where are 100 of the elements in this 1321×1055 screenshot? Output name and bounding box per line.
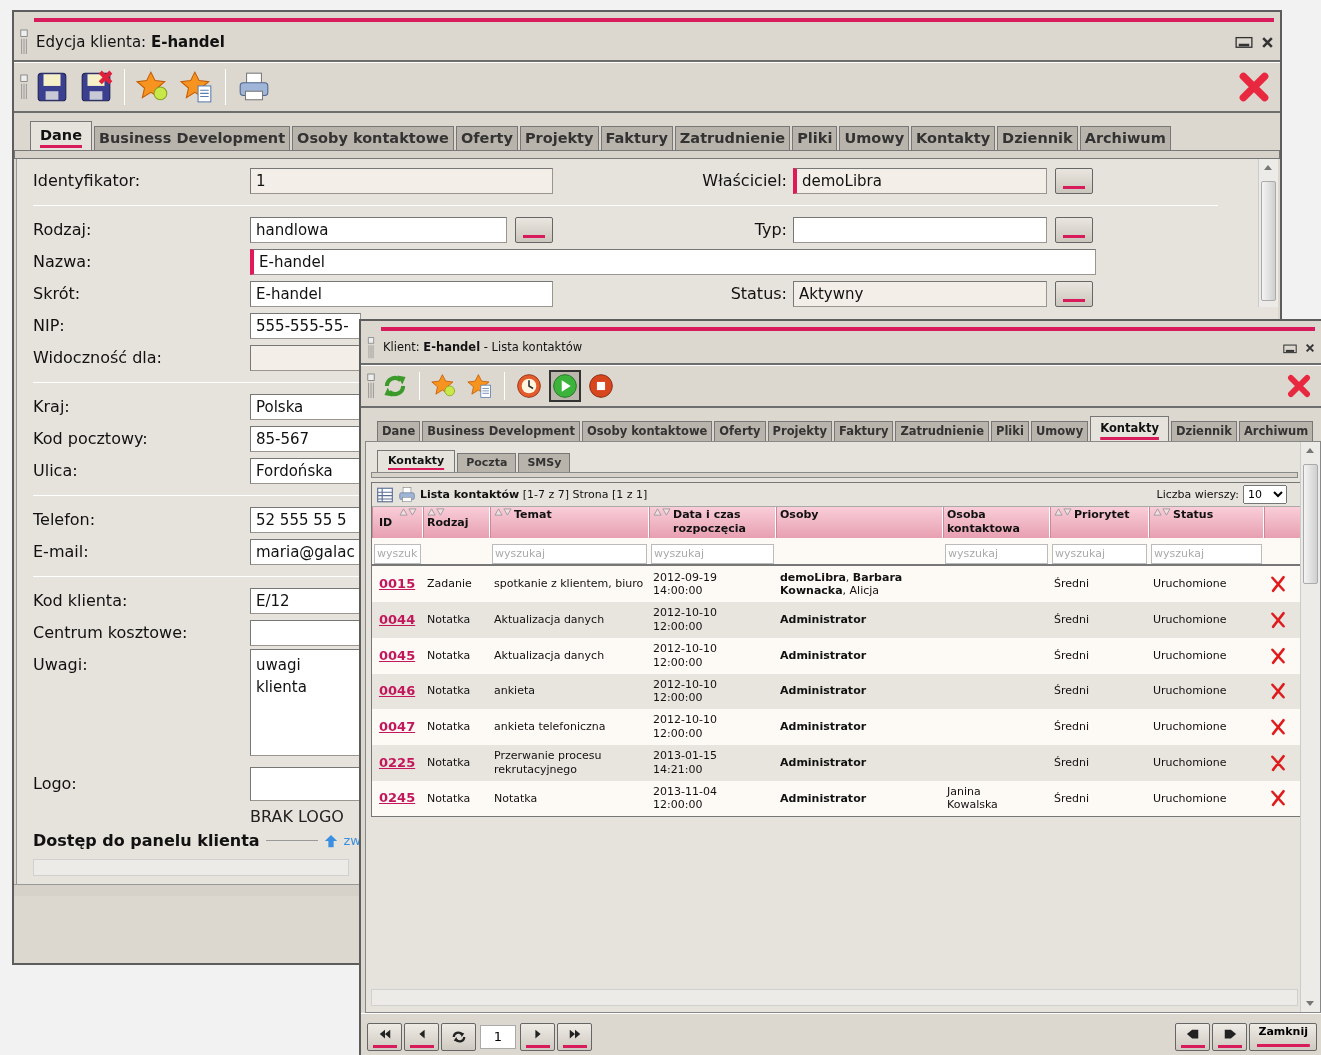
previous-page-button[interactable] xyxy=(404,1022,439,1051)
picker-button[interactable] xyxy=(1055,280,1093,307)
column-header: Osoby xyxy=(780,508,820,522)
tab[interactable]: Kontakty xyxy=(377,449,456,473)
notes-field[interactable]: uwagi klienta xyxy=(250,648,361,756)
tab[interactable]: Kontakty xyxy=(911,126,996,150)
tab[interactable]: Archiwum xyxy=(1238,421,1314,441)
tab[interactable]: Dziennik xyxy=(1170,421,1237,441)
tab[interactable]: Business Development xyxy=(94,126,291,150)
first-page-button[interactable] xyxy=(367,1022,402,1051)
input-field[interactable]: Fordońska xyxy=(250,457,361,484)
delete-icon[interactable] xyxy=(1268,645,1288,666)
contact-id-link[interactable]: 0225 xyxy=(379,754,416,770)
input-field[interactable]: 1 xyxy=(250,167,553,194)
tab[interactable]: Zatrudnienie xyxy=(895,421,989,441)
minimize-icon[interactable] xyxy=(1235,35,1253,49)
tab[interactable]: Zatrudnienie xyxy=(674,126,791,150)
input-field[interactable]: 555-555-55- xyxy=(250,312,361,339)
contact-id-link[interactable]: 0047 xyxy=(379,718,416,734)
search-field[interactable]: wyszukaj xyxy=(945,543,1048,564)
input-field[interactable]: Aktywny xyxy=(793,280,1047,307)
tab[interactable]: Osoby kontaktowe xyxy=(581,421,713,441)
contact-id-link[interactable]: 0044 xyxy=(379,611,416,627)
rows-per-page-select[interactable]: 10 xyxy=(1243,485,1287,505)
field-label: E-mail: xyxy=(33,540,90,563)
tab[interactable]: Umowy xyxy=(839,126,910,150)
contact-id-link[interactable]: 0046 xyxy=(379,683,416,699)
input-field[interactable]: handlowa xyxy=(250,216,507,243)
printer-icon[interactable] xyxy=(398,485,416,504)
picker-button[interactable] xyxy=(1055,216,1093,243)
picker-button[interactable] xyxy=(1055,167,1093,194)
tab[interactable]: Dane xyxy=(30,121,92,150)
delete-icon[interactable] xyxy=(1268,717,1288,738)
input-field[interactable]: 52 555 55 5 xyxy=(250,506,361,533)
input-field[interactable] xyxy=(250,344,361,371)
tab[interactable]: Kontakty xyxy=(1090,416,1169,441)
tab[interactable]: Projekty xyxy=(519,126,599,150)
tab[interactable]: Osoby kontaktowe xyxy=(292,126,454,150)
delete-icon[interactable] xyxy=(1268,574,1288,595)
contact-id-link[interactable]: 0245 xyxy=(379,790,416,806)
field-label: Rodzaj: xyxy=(33,218,93,241)
tab[interactable]: Pliki xyxy=(990,421,1029,441)
tab[interactable]: Dziennik xyxy=(997,126,1078,150)
tab[interactable]: Pliki xyxy=(792,126,838,150)
input-field[interactable]: E-handel xyxy=(250,280,553,307)
input-field[interactable]: Polska xyxy=(250,393,361,420)
input-field[interactable] xyxy=(250,619,361,646)
previous-record-button[interactable] xyxy=(1175,1022,1211,1051)
picker-button[interactable] xyxy=(515,216,553,243)
input-field[interactable] xyxy=(793,216,1047,243)
search-field[interactable]: wyszukaj xyxy=(1052,543,1147,564)
input-field[interactable]: E-handel xyxy=(250,248,1096,275)
arrow-up-icon[interactable] xyxy=(323,833,338,848)
search-field[interactable]: wyszukaj xyxy=(1151,543,1262,564)
input-field[interactable] xyxy=(250,766,361,801)
close-icon[interactable] xyxy=(1305,343,1315,353)
contact-id-link[interactable]: 0015 xyxy=(379,576,416,592)
input-field[interactable]: demoLibra xyxy=(793,167,1047,194)
status: Uruchomione xyxy=(1153,684,1227,698)
refresh-button[interactable] xyxy=(441,1022,476,1051)
status: Uruchomione xyxy=(1153,613,1227,627)
tab[interactable]: Faktury xyxy=(833,421,894,441)
close-icon[interactable] xyxy=(1261,35,1274,49)
contact-id-link[interactable]: 0045 xyxy=(379,647,416,663)
priority: Średni xyxy=(1054,577,1090,591)
tab[interactable]: Business Development xyxy=(422,421,580,441)
tab[interactable]: Oferty xyxy=(455,126,518,150)
delete-icon[interactable] xyxy=(1268,752,1288,773)
search-field[interactable]: wyszuk xyxy=(374,543,421,564)
input-field[interactable]: maria@galac xyxy=(250,538,361,565)
delete-icon[interactable] xyxy=(1268,788,1288,809)
input-field[interactable]: E/12 xyxy=(250,587,361,614)
window-title: Edycja klienta: E-handel xyxy=(36,31,225,53)
scrollbar[interactable] xyxy=(1258,158,1278,307)
scrollbar[interactable] xyxy=(33,858,349,876)
input-field[interactable]: 85-567 xyxy=(250,425,361,452)
table-icon[interactable] xyxy=(376,485,394,504)
delete-icon[interactable] xyxy=(1268,681,1288,702)
tab[interactable]: Oferty xyxy=(714,421,766,441)
field-label: Właściciel: xyxy=(701,169,788,192)
next-page-button[interactable] xyxy=(520,1022,555,1051)
next-record-button[interactable] xyxy=(1212,1022,1248,1051)
tab[interactable]: Umowy xyxy=(1030,421,1089,441)
tab[interactable]: Faktury xyxy=(600,126,673,150)
play-button[interactable] xyxy=(549,370,581,402)
delete-icon[interactable] xyxy=(1268,609,1288,630)
field-label: Kod pocztowy: xyxy=(33,427,149,450)
tab[interactable]: Poczta xyxy=(457,452,517,473)
search-field[interactable]: wyszukaj xyxy=(651,543,774,564)
tab[interactable]: Archiwum xyxy=(1079,126,1171,150)
page-field[interactable]: 1 xyxy=(480,1024,516,1049)
tab[interactable]: Projekty xyxy=(767,421,832,441)
last-page-button[interactable] xyxy=(557,1022,592,1051)
tab[interactable]: Dane xyxy=(377,421,421,441)
minimize-icon[interactable] xyxy=(1283,342,1297,354)
tab[interactable]: SMSy xyxy=(518,452,571,473)
scrollbar[interactable] xyxy=(1300,441,1320,1012)
search-field[interactable]: wyszukaj xyxy=(492,543,647,564)
scrollbar[interactable] xyxy=(371,989,1298,1006)
close-button[interactable]: Zamknij xyxy=(1249,1022,1317,1051)
